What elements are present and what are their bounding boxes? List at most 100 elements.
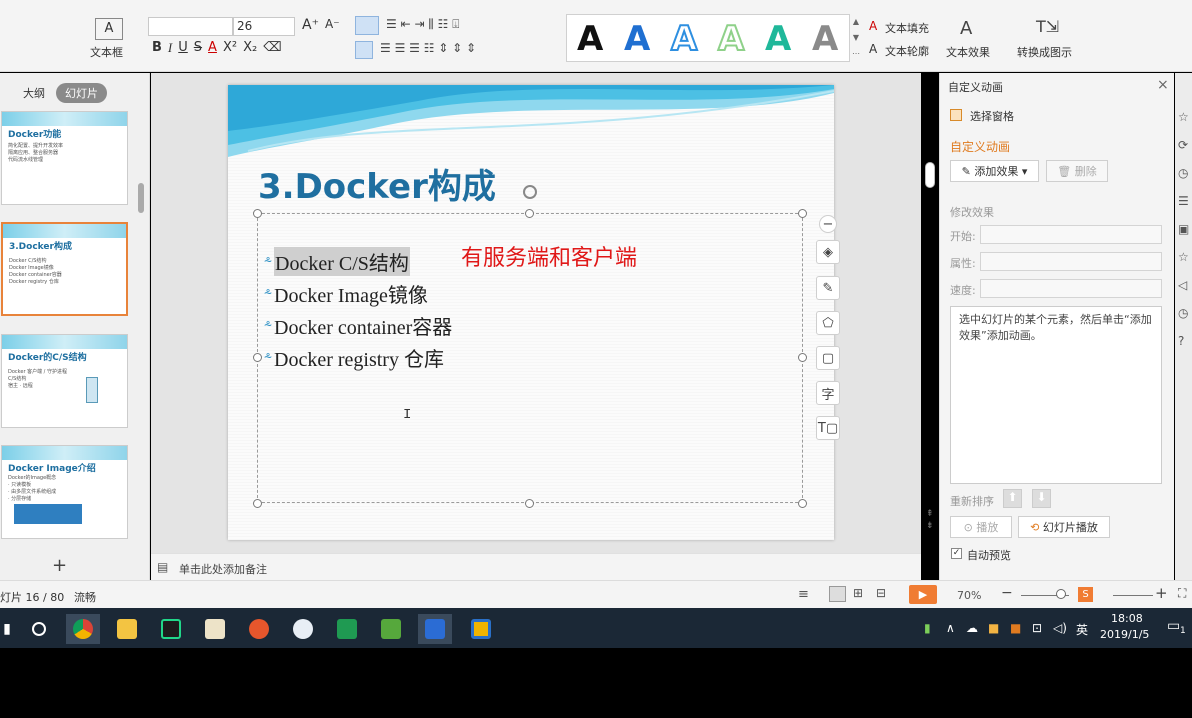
volume-icon[interactable]: ◁) bbox=[1053, 621, 1067, 635]
font-color-button[interactable]: A bbox=[208, 40, 217, 56]
tray-app-icon[interactable]: ■ bbox=[988, 621, 999, 635]
text-style-6[interactable]: A bbox=[812, 21, 838, 57]
font-shrink-icon[interactable]: A⁻ bbox=[325, 17, 340, 31]
font-family-select[interactable] bbox=[148, 17, 233, 36]
subscript-button[interactable]: X₂ bbox=[243, 40, 257, 56]
tab-outline[interactable]: 大纲 bbox=[14, 83, 54, 103]
cloud-icon[interactable]: ☁ bbox=[966, 621, 978, 635]
slide-thumb[interactable]: Docker功能 简化配置、提升开发效率 隔离应用、整合服务器 代码流水线管理 bbox=[1, 111, 128, 205]
chrome-icon[interactable] bbox=[66, 614, 100, 644]
speed-select[interactable] bbox=[980, 279, 1162, 298]
notes-placeholder[interactable]: 单击此处添加备注 bbox=[179, 561, 267, 577]
align-left-button[interactable] bbox=[355, 41, 373, 59]
bullet-text[interactable]: Docker registry 仓库 bbox=[274, 343, 444, 372]
browser-icon[interactable] bbox=[286, 614, 320, 644]
canvas-scrollbar[interactable] bbox=[925, 162, 935, 188]
ime-indicator[interactable]: 英 bbox=[1076, 621, 1088, 638]
thumbs-scrollbar[interactable] bbox=[138, 183, 144, 213]
slide-title[interactable]: 3.Docker构成 bbox=[258, 159, 496, 208]
text-outline-button[interactable]: 文本轮廓 bbox=[885, 43, 929, 59]
delete-button[interactable]: 🗑 删除 bbox=[1046, 160, 1108, 182]
font-grow-icon[interactable]: A⁺ bbox=[302, 17, 319, 33]
textbox-button[interactable]: 文本框 bbox=[90, 44, 123, 60]
reading-view-icon[interactable]: ⊟ bbox=[876, 586, 886, 600]
rotate-handle[interactable] bbox=[523, 185, 537, 199]
add-slide-button[interactable]: + bbox=[52, 555, 67, 576]
sorter-view-icon[interactable]: ⊞ bbox=[853, 586, 863, 600]
fill-icon[interactable]: ⬠ bbox=[816, 311, 840, 335]
wps-presentation-icon[interactable] bbox=[418, 614, 452, 644]
bullet-item[interactable]: ⸛ Docker Image镜像 bbox=[264, 279, 428, 308]
gallery-scroll[interactable]: ▲ ▼ ⋯ bbox=[852, 14, 860, 62]
font-size-select[interactable]: 26 bbox=[233, 17, 295, 36]
text-style-1[interactable]: A bbox=[577, 21, 603, 57]
start-select[interactable] bbox=[980, 225, 1162, 244]
text-effect-button[interactable]: 文本效果 bbox=[946, 44, 990, 60]
bold-button[interactable]: B bbox=[152, 40, 162, 56]
layers-icon[interactable]: ◈ bbox=[816, 240, 840, 264]
convert-button[interactable]: 转换成图示 bbox=[1017, 44, 1072, 60]
close-icon[interactable]: × bbox=[1157, 77, 1169, 93]
pycharm-icon[interactable] bbox=[154, 614, 188, 644]
slideshow-button[interactable]: ⟲ 幻灯片播放 bbox=[1018, 516, 1110, 538]
text-style-2[interactable]: A bbox=[624, 21, 650, 57]
tab-slides[interactable]: 幻灯片 bbox=[56, 83, 107, 103]
explorer-icon[interactable] bbox=[110, 614, 144, 644]
font-icon[interactable]: 字 bbox=[816, 381, 840, 405]
slide-thumb[interactable]: Docker的C/S结构 Docker 客户端 / 守护进程 C/S结构 宿主 … bbox=[1, 334, 128, 428]
zoom-out-button[interactable]: − bbox=[1001, 585, 1013, 601]
notes-toggle-icon[interactable]: ≡ bbox=[798, 587, 809, 602]
eraser-icon[interactable]: ⌫ bbox=[263, 40, 281, 56]
collapse-icon[interactable]: − bbox=[819, 215, 837, 233]
selection-pane-button[interactable]: 选择窗格 bbox=[970, 108, 1014, 124]
vm-icon[interactable] bbox=[464, 614, 498, 644]
text-style-5[interactable]: A bbox=[765, 21, 791, 57]
textbox-tool-icon[interactable]: T▢ bbox=[816, 416, 840, 440]
battery-icon[interactable]: ▮ bbox=[924, 621, 931, 635]
slide-thumb[interactable]: Docker Image介绍 Docker的Image概念 · 只读模板 · 由… bbox=[1, 445, 128, 539]
network-icon[interactable]: ⊡ bbox=[1032, 621, 1042, 635]
app-icon[interactable] bbox=[198, 614, 232, 644]
bullet-text-selected[interactable]: Docker C/S结构 bbox=[274, 247, 410, 276]
bullet-text[interactable]: Docker Image镜像 bbox=[274, 279, 428, 308]
resize-handle[interactable] bbox=[253, 209, 262, 218]
clock-time[interactable]: 18:08 bbox=[1111, 612, 1143, 625]
resize-handle[interactable] bbox=[798, 499, 807, 508]
snail-app-icon[interactable] bbox=[242, 614, 276, 644]
text-fill-button[interactable]: 文本填充 bbox=[885, 20, 929, 36]
red-annotation[interactable]: 有服务端和客户端 bbox=[461, 240, 637, 272]
align-icons[interactable]: ☰ ☰ ☰ ☷ ⇕ ⇕ ⇕ bbox=[380, 41, 476, 55]
slideshow-play-button[interactable]: ▶ bbox=[909, 585, 937, 604]
notes-bar[interactable]: ▤ 单击此处添加备注 bbox=[151, 553, 921, 580]
resize-handle[interactable] bbox=[525, 209, 534, 218]
resize-handle[interactable] bbox=[525, 499, 534, 508]
animation-list[interactable]: 选中幻灯片的某个元素，然后单击“添加效果”添加动画。 bbox=[950, 306, 1162, 484]
notification-icon[interactable]: ▭ bbox=[1167, 618, 1180, 634]
resize-handle[interactable] bbox=[798, 353, 807, 362]
text-style-3[interactable]: A bbox=[670, 20, 698, 58]
canvas-page-arrows[interactable]: ⇞ ⇟ bbox=[926, 508, 934, 532]
fit-window-icon[interactable]: ⛶ bbox=[1178, 586, 1186, 601]
text-style-4[interactable]: A bbox=[717, 20, 745, 58]
autopreview-checkbox[interactable]: ✓ bbox=[951, 548, 962, 559]
notes-app-icon[interactable] bbox=[374, 614, 408, 644]
resize-handle[interactable] bbox=[798, 209, 807, 218]
cortana-icon[interactable] bbox=[22, 614, 56, 644]
zoom-slider-thumb[interactable] bbox=[1056, 589, 1066, 599]
slide-thumb-selected[interactable]: 3.Docker构成 Docker C/S结构 Docker Image镜像 D… bbox=[1, 222, 128, 316]
clock-date[interactable]: 2019/1/5 bbox=[1100, 628, 1149, 641]
move-up-button[interactable]: ⬆ bbox=[1003, 489, 1022, 508]
strike-button[interactable]: S bbox=[194, 40, 202, 56]
bullets-button[interactable] bbox=[355, 16, 379, 35]
move-down-button[interactable]: ⬇ bbox=[1032, 489, 1051, 508]
normal-view-button[interactable] bbox=[829, 586, 846, 602]
bullet-item[interactable]: ⸛ Docker registry 仓库 bbox=[264, 343, 444, 372]
add-effect-button[interactable]: ✎ 添加效果 ▾ bbox=[950, 160, 1039, 182]
tray-up-icon[interactable]: ∧ bbox=[946, 621, 955, 635]
resize-handle[interactable] bbox=[253, 499, 262, 508]
underline-button[interactable]: U bbox=[178, 40, 188, 56]
wps-sheet-icon[interactable] bbox=[330, 614, 364, 644]
pen-icon[interactable]: ✎ bbox=[816, 276, 840, 300]
pane-title[interactable]: 自定义动画 bbox=[948, 79, 1003, 95]
input-method-icon[interactable]: S bbox=[1078, 587, 1093, 602]
